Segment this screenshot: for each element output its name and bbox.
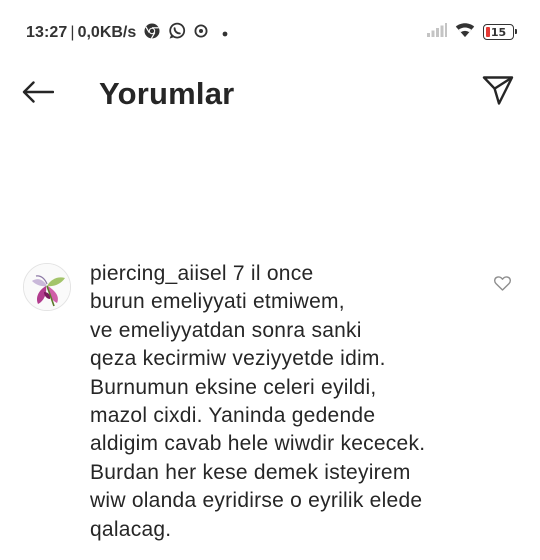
- status-right: 15: [427, 22, 517, 43]
- wifi-icon: [455, 22, 475, 43]
- share-button[interactable]: [478, 72, 518, 112]
- comment-line: mazol cixdi. Yaninda gedende: [90, 404, 376, 428]
- status-bar: 13:27 | 0,0KB/s 15: [0, 0, 540, 64]
- sync-icon: [194, 24, 208, 43]
- network-speed: 0,0KB/s: [77, 24, 137, 41]
- arrow-left-icon: [22, 80, 55, 108]
- battery-level-fill: [486, 27, 490, 37]
- signal-icon: [427, 22, 447, 42]
- comment-line: Burdan her kese demek isteyirem: [90, 460, 411, 484]
- app-header: Yorumlar: [0, 64, 540, 124]
- comment-username[interactable]: piercing_aiisel: [90, 262, 227, 285]
- comment-line: ve emeliyyatdan sonra sanki: [90, 318, 362, 342]
- battery-icon: 15: [483, 24, 517, 40]
- status-time: 13:27: [26, 24, 68, 41]
- paper-plane-icon: [482, 75, 514, 110]
- comment-line: wiw olanda eyridirse o eyrilik elede: [90, 489, 423, 513]
- back-button[interactable]: [18, 74, 58, 114]
- comment-line: aldigim cavab hele wiwdir kececek.: [90, 432, 426, 456]
- comment-line: Burnumun eksine celeri eyildi,: [90, 375, 377, 399]
- heart-outline-icon: [493, 276, 511, 296]
- page-title: Yorumlar: [99, 76, 235, 111]
- status-separator: |: [70, 24, 75, 41]
- whatsapp-icon: [168, 22, 186, 45]
- comment-line: qalacag.: [90, 517, 172, 541]
- comment-text: piercing_aiisel 7 il once burun emeliyya…: [90, 260, 490, 544]
- avatar-image: [24, 264, 70, 310]
- comment-line: burun emeliyyati etmiwem,: [90, 290, 345, 314]
- comment-time: 7 il once: [232, 262, 314, 285]
- status-left: 13:27 | 0,0KB/s: [26, 22, 228, 45]
- like-button[interactable]: [490, 274, 514, 298]
- chrome-icon: [144, 23, 160, 44]
- avatar[interactable]: [23, 263, 71, 311]
- dot-icon: [222, 24, 228, 42]
- battery-level: 15: [490, 25, 507, 39]
- comment-header-line: piercing_aiisel 7 il once: [90, 260, 490, 288]
- comment-line: qeza kecirmiw veziyyetde idim.: [90, 347, 386, 371]
